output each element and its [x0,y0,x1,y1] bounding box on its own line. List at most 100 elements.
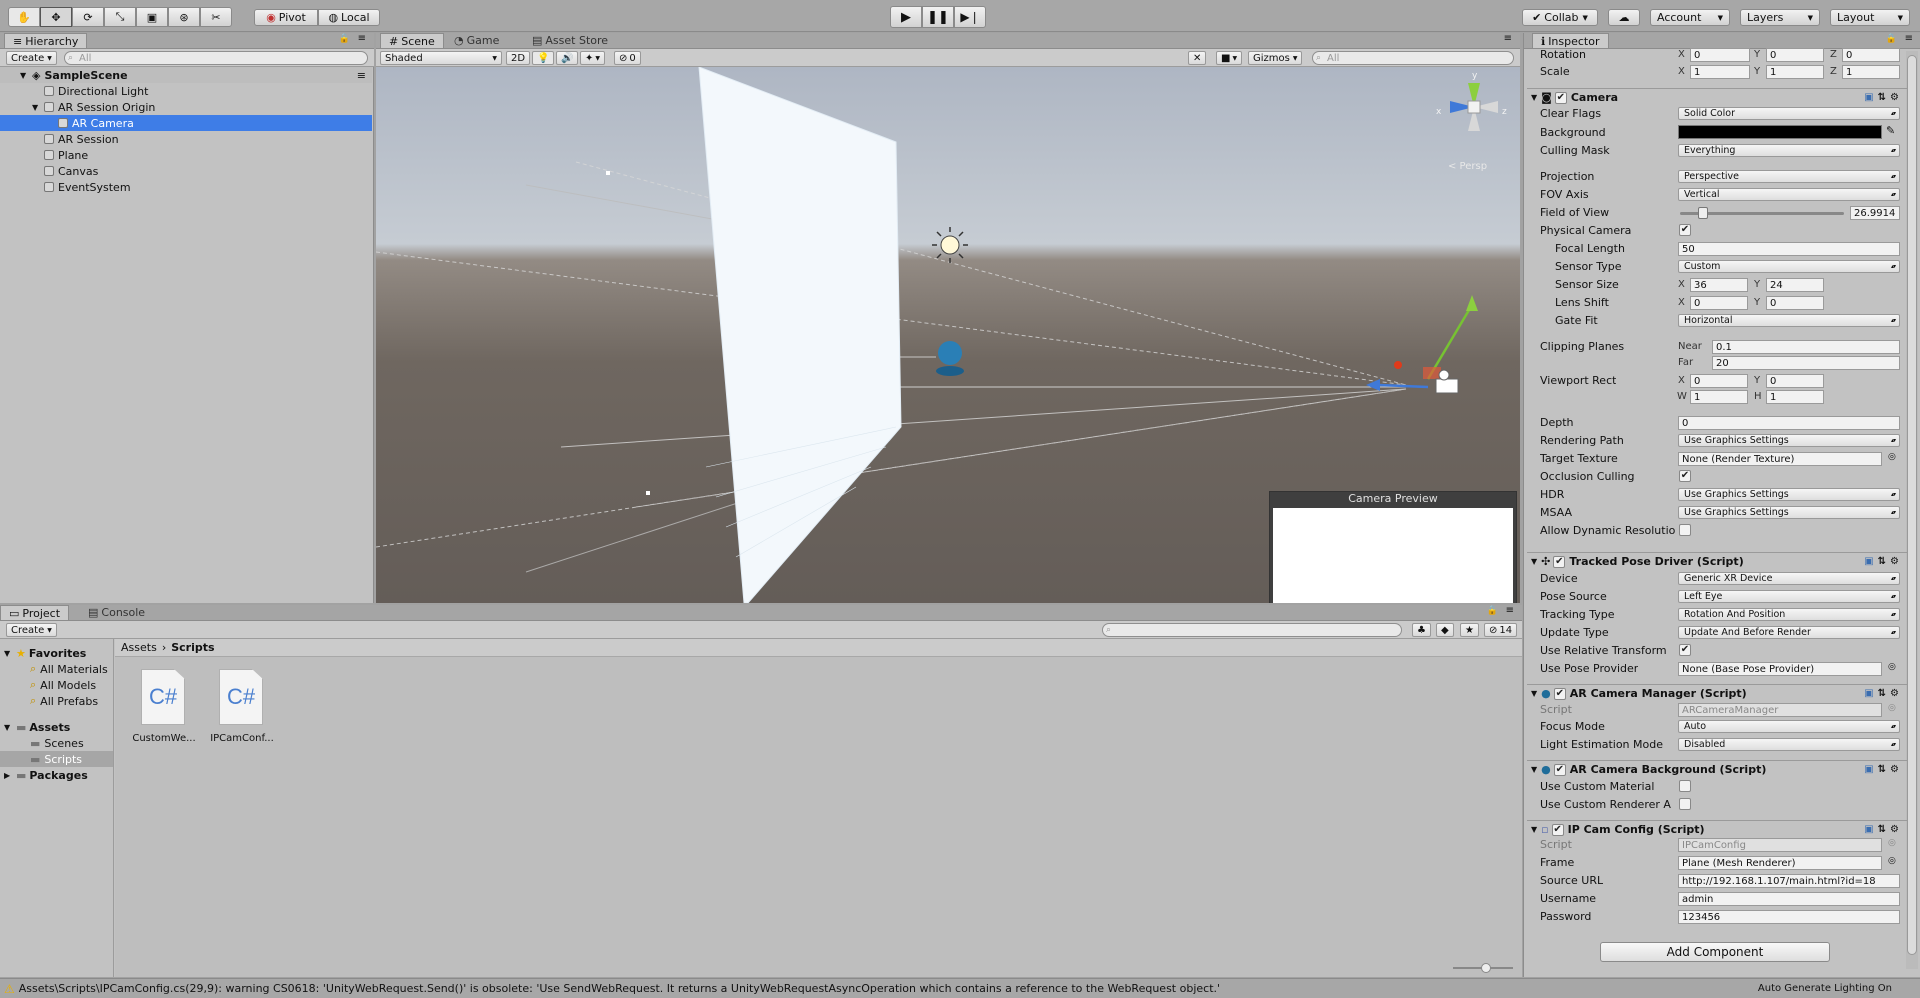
tab-asset-store[interactable]: ▤ Asset Store [524,33,616,48]
rotation-y-field[interactable]: 0 [1766,48,1824,62]
panel-menu-icon[interactable]: ≡ [358,33,366,44]
asset-folder-item[interactable]: ▬ Scenes [0,735,113,751]
console-warning[interactable]: Assets\Scripts\IPCamConfig.cs(29,9): war… [19,982,1519,995]
help-icon[interactable]: ▣ [1864,92,1873,103]
tracked-pose-enabled-checkbox[interactable]: ✔ [1553,555,1566,568]
sensor-y-field[interactable]: 24 [1766,278,1824,292]
hidden-packages-button[interactable]: ⊘ 14 [1484,623,1518,637]
gear-icon[interactable]: ⚙ [1890,824,1899,835]
background-color-field[interactable] [1678,125,1882,139]
expand-arrow-icon[interactable]: ▼ [32,103,38,112]
camera-dropdown[interactable]: ■ ▼ [1216,51,1243,65]
inspector-scrollbar[interactable] [1906,51,1918,969]
rotate-icon[interactable]: ⟳ [72,7,104,27]
effects-dropdown[interactable]: ✦ ▼ [580,51,606,65]
near-field[interactable]: 0.1 [1712,340,1900,354]
step-icon[interactable]: ▶❘ [954,6,986,28]
help-icon[interactable]: ▣ [1864,688,1873,699]
local-button[interactable]: ◍ Local [318,9,380,26]
device-dropdown[interactable]: Generic XR Device [1678,572,1900,585]
fov-slider-thumb[interactable] [1698,207,1708,219]
viewport-x-field[interactable]: 0 [1690,374,1748,388]
tab-game[interactable]: ◔ Game [446,33,507,48]
help-icon[interactable]: ▣ [1864,764,1873,775]
hierarchy-item[interactable]: AR Camera [0,115,372,131]
msaa-dropdown[interactable]: Use Graphics Settings [1678,506,1900,519]
hierarchy-item[interactable]: ▼ AR Session Origin [0,99,372,115]
hdr-dropdown[interactable]: Use Graphics Settings [1678,488,1900,501]
rotation-z-field[interactable]: 0 [1842,48,1900,62]
scene-row[interactable]: ▼ ◈ SampleScene ≡ [0,67,372,83]
search-by-type-button[interactable]: ♣ [1412,623,1431,637]
ar-camera-manager-header[interactable]: ▼ ● ✔ AR Camera Manager (Script) ▣ ⇅ ⚙ [1527,684,1907,702]
help-icon[interactable]: ▣ [1864,556,1873,567]
ar-camera-background-enabled-checkbox[interactable]: ✔ [1553,763,1566,776]
lock-icon[interactable]: 🔒 [339,34,350,44]
favorite-item[interactable]: ⌕ All Models [0,677,113,693]
custom-tool-icon[interactable]: ✂ [200,7,232,27]
tracked-pose-header[interactable]: ▼ ✣ ✔ Tracked Pose Driver (Script) ▣ ⇅ ⚙ [1527,552,1907,570]
physical-camera-checkbox[interactable]: ✔ [1679,224,1691,236]
hierarchy-item[interactable]: EventSystem [0,179,372,195]
gate-fit-dropdown[interactable]: Horizontal [1678,314,1900,327]
light-estimation-dropdown[interactable]: Disabled [1678,738,1900,751]
focal-length-field[interactable]: 50 [1678,242,1900,256]
favorite-item[interactable]: ⌕ All Materials [0,661,113,677]
mode-2d-button[interactable]: 2D [506,51,531,65]
gear-icon[interactable]: ⚙ [1890,764,1899,775]
tab-hierarchy[interactable]: ≡ Hierarchy [4,33,88,48]
hand-icon[interactable]: ✋ [8,7,40,27]
collab-button[interactable]: ✔ Collab ▼ [1522,9,1598,26]
rendering-path-dropdown[interactable]: Use Graphics Settings [1678,434,1900,447]
password-field[interactable]: 123456 [1678,910,1900,924]
project-search-input[interactable]: ⌕ [1102,623,1402,637]
move-icon[interactable]: ✥ [40,7,72,27]
panel-menu-icon[interactable]: ≡ [1506,605,1514,616]
account-button[interactable]: Account ▼ [1650,9,1730,26]
eyedropper-icon[interactable]: ✎ [1886,124,1895,137]
sensor-x-field[interactable]: 36 [1690,278,1748,292]
camera-component-header[interactable]: ▼ ◙ ✔ Camera ▣ ⇅ ⚙ [1527,88,1907,106]
focus-mode-dropdown[interactable]: Auto [1678,720,1900,733]
help-icon[interactable]: ▣ [1864,824,1873,835]
gear-icon[interactable]: ⚙ [1890,92,1899,103]
lens-x-field[interactable]: 0 [1690,296,1748,310]
create-button[interactable]: Create ▼ [6,623,57,637]
preset-icon[interactable]: ⇅ [1878,688,1886,699]
camera-enabled-checkbox[interactable]: ✔ [1554,91,1567,104]
far-field[interactable]: 20 [1712,356,1900,370]
custom-renderer-checkbox[interactable] [1679,798,1691,810]
fov-slider-track[interactable] [1680,207,1844,219]
ip-cam-config-header[interactable]: ▼ ▫ ✔ IP Cam Config (Script) ▣ ⇅ ⚙ [1527,820,1907,838]
preset-icon[interactable]: ⇅ [1878,92,1886,103]
lighting-toggle[interactable]: 💡 [532,51,555,65]
hierarchy-item[interactable]: AR Session [0,131,372,147]
favorite-button[interactable]: ★ [1460,623,1479,637]
viewport-y-field[interactable]: 0 [1766,374,1824,388]
ip-cam-config-enabled-checkbox[interactable]: ✔ [1551,823,1564,836]
projection-dropdown[interactable]: Perspective [1678,170,1900,183]
shading-dropdown[interactable]: Shaded ▼ [380,51,502,65]
viewport-h-field[interactable]: 1 [1766,390,1824,404]
scene-viewport[interactable]: y x z < Persp Camera Preview [376,67,1520,603]
scene-search-input[interactable]: ⌕ All [1312,51,1514,65]
username-field[interactable]: admin [1678,892,1900,906]
asset-file-item[interactable]: C# CustomWe... [129,669,199,759]
source-url-field[interactable]: http://192.168.1.107/main.html?id=18 [1678,874,1900,888]
gizmos-dropdown[interactable]: Gizmos ▼ [1248,51,1303,65]
gear-icon[interactable]: ⚙ [1890,556,1899,567]
viewport-w-field[interactable]: 1 [1690,390,1748,404]
layers-button[interactable]: Layers ▼ [1740,9,1820,26]
scale-icon[interactable]: ⤡ [104,7,136,27]
rotation-x-field[interactable]: 0 [1690,48,1750,62]
ar-camera-background-header[interactable]: ▼ ● ✔ AR Camera Background (Script) ▣ ⇅ ⚙ [1527,760,1907,778]
object-picker-icon[interactable]: ◎ [1888,856,1896,866]
hierarchy-item[interactable]: Plane [0,147,372,163]
tab-console[interactable]: ▤ Console [80,605,153,620]
pose-provider-field[interactable]: None (Base Pose Provider) [1678,662,1882,676]
search-by-label-button[interactable]: ◆ [1436,623,1454,637]
hierarchy-search-input[interactable]: ⌕ All [64,51,368,65]
assets-row[interactable]: ▼ ▬ Assets [0,719,113,735]
relative-transform-checkbox[interactable]: ✔ [1679,644,1691,656]
scene-menu-icon[interactable]: ≡ [357,69,366,82]
